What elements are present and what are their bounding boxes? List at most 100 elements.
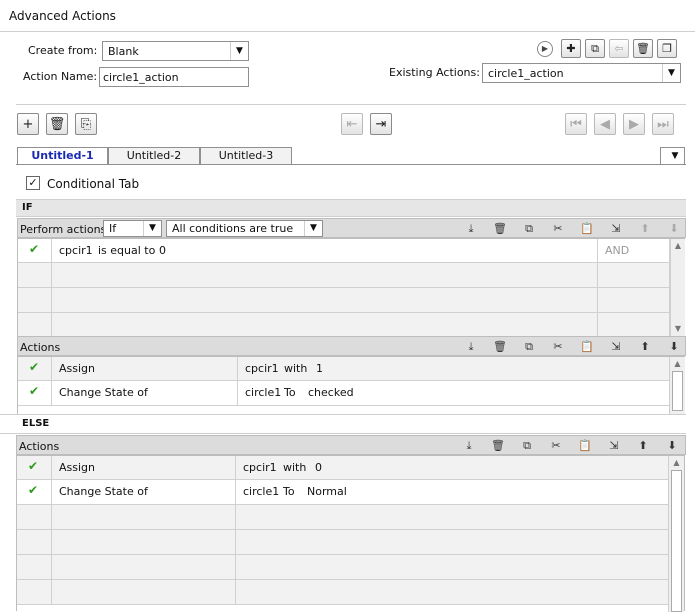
cut-icon[interactable]: ✂ [549, 339, 567, 354]
if-actions-grid: ✔ Assign cpcir1 with 1 ✔ Change State of… [17, 356, 685, 415]
prev-icon[interactable]: ◀ [594, 113, 616, 135]
condition-logic: AND [605, 244, 630, 257]
trash-icon[interactable]: 🗑 [46, 113, 68, 135]
trash-icon[interactable]: 🗑 [491, 221, 509, 236]
tab-untitled-3[interactable]: Untitled-3 [200, 147, 292, 165]
table-row[interactable]: ✔ Change State of circle1 To Normal [17, 480, 668, 505]
scroll-up-icon[interactable]: ▲ [670, 357, 685, 371]
import-button[interactable]: ⇦ [609, 39, 629, 58]
trash-icon[interactable]: 🗑 [491, 339, 509, 354]
if-actions-label: Actions [20, 341, 61, 354]
insert-row-icon[interactable]: ⤓ [462, 339, 480, 354]
add-tab-button[interactable]: + [17, 113, 39, 135]
table-row[interactable] [17, 580, 668, 605]
action-op: with [284, 362, 308, 375]
table-row[interactable]: ✔ cpcir1 is equal to 0 AND [18, 239, 670, 263]
import-icon[interactable]: ⇤ [341, 113, 363, 135]
save-as-button[interactable]: ⧉ [585, 39, 605, 58]
move-up-icon[interactable]: ⬆ [636, 221, 654, 236]
trash-icon[interactable]: 🗑 [489, 438, 507, 453]
move-down-icon[interactable]: ⬇ [663, 438, 681, 453]
copy-icon[interactable]: ⧉ [520, 221, 538, 236]
action-value: 0 [315, 461, 322, 474]
create-from-select[interactable]: Blank ▼ [102, 41, 249, 61]
paste-icon[interactable]: 📋 [578, 339, 596, 354]
scroll-thumb[interactable] [672, 371, 683, 411]
action-op: with [283, 461, 307, 474]
condition-mode-select[interactable]: All conditions are true ▼ [166, 220, 323, 237]
chevron-down-icon: ▼ [304, 221, 322, 236]
insert-below-icon[interactable]: ⇲ [607, 339, 625, 354]
action-name: Change State of [59, 485, 148, 498]
perform-mode-select[interactable]: If ▼ [103, 220, 162, 237]
last-icon[interactable]: ⏭ [652, 113, 674, 135]
table-row[interactable] [18, 288, 670, 313]
existing-actions-label: Existing Actions: [389, 66, 480, 79]
insert-row-icon[interactable]: ⤓ [460, 438, 478, 453]
if-actions-scrollbar[interactable]: ▲ [669, 357, 685, 415]
next-icon[interactable]: ▶ [623, 113, 645, 135]
duplicate-button[interactable]: ❐ [657, 39, 677, 58]
table-row[interactable] [18, 263, 670, 288]
trash-icon[interactable]: 🗑 [633, 39, 653, 58]
scroll-up-icon[interactable]: ▲ [671, 239, 685, 253]
table-row[interactable]: ✔ Assign cpcir1 with 0 [17, 456, 668, 480]
cut-icon[interactable]: ✂ [547, 438, 565, 453]
conditional-tab-checkbox[interactable]: ✓ [26, 176, 40, 190]
scroll-up-icon[interactable]: ▲ [669, 456, 684, 470]
existing-actions-select[interactable]: circle1_action ▼ [482, 63, 681, 83]
table-row[interactable] [17, 530, 668, 555]
action-value: checked [308, 386, 354, 399]
insert-row-icon[interactable]: ⤓ [462, 221, 480, 236]
table-row[interactable]: ✔ Assign cpcir1 with 1 [18, 357, 669, 381]
play-icon[interactable]: ▶ [537, 41, 553, 57]
action-op: To [283, 485, 295, 498]
table-row[interactable] [17, 505, 668, 530]
action-name: Change State of [59, 386, 148, 399]
scroll-down-icon[interactable]: ▼ [671, 322, 685, 336]
action-name-label: Action Name: [23, 70, 98, 83]
action-name-value: circle1_action [103, 71, 179, 84]
existing-actions-value: circle1_action [488, 67, 564, 80]
tab-untitled-2[interactable]: Untitled-2 [108, 147, 200, 165]
else-actions-toolbar: Actions ⤓ 🗑 ⧉ ✂ 📋 ⇲ ⬆ ⬇ [16, 435, 686, 455]
condition-mode-value: All conditions are true [172, 222, 294, 235]
conditions-scrollbar[interactable]: ▲ ▼ [670, 239, 685, 336]
duplicate-tab-button[interactable]: ⎘ [75, 113, 97, 135]
else-header: ELSE [0, 414, 686, 434]
table-row[interactable] [18, 313, 670, 337]
cut-icon[interactable]: ✂ [549, 221, 567, 236]
action-name: Assign [59, 461, 95, 474]
move-down-icon[interactable]: ⬇ [665, 221, 683, 236]
table-row[interactable] [17, 555, 668, 580]
tab-untitled-1[interactable]: Untitled-1 [17, 147, 108, 165]
first-icon[interactable]: ⏮ [565, 113, 587, 135]
table-row[interactable]: ✔ Change State of circle1 To checked [18, 381, 669, 406]
else-actions-scrollbar[interactable]: ▲ [668, 456, 684, 612]
window-title: Advanced Actions [9, 9, 116, 23]
copy-icon[interactable]: ⧉ [520, 339, 538, 354]
if-header: IF [16, 199, 686, 217]
move-up-icon[interactable]: ⬆ [634, 438, 652, 453]
action-target: circle1 [245, 386, 282, 399]
chevron-down-icon: ▼ [671, 151, 679, 161]
insert-below-icon[interactable]: ⇲ [607, 221, 625, 236]
move-up-icon[interactable]: ⬆ [636, 339, 654, 354]
insert-below-icon[interactable]: ⇲ [605, 438, 623, 453]
condition-value: 0 [159, 244, 166, 257]
move-down-icon[interactable]: ⬇ [665, 339, 683, 354]
create-from-label: Create from: [28, 44, 98, 57]
paste-icon[interactable]: 📋 [578, 221, 596, 236]
copy-icon[interactable]: ⧉ [518, 438, 536, 453]
paste-icon[interactable]: 📋 [576, 438, 594, 453]
check-icon: ✔ [29, 360, 40, 374]
scroll-thumb[interactable] [671, 470, 682, 612]
export-icon[interactable]: ⇥ [370, 113, 392, 135]
tab-list-dropdown[interactable]: ▼ [660, 147, 685, 165]
create-from-value: Blank [108, 45, 139, 58]
action-name-input[interactable]: circle1_action [99, 67, 249, 87]
perform-actions-toolbar: Perform actions: If ▼ All conditions are… [17, 218, 686, 238]
condition-operator: is equal to [98, 244, 156, 257]
action-op: To [284, 386, 296, 399]
add-action-button[interactable]: ✚ [561, 39, 581, 58]
